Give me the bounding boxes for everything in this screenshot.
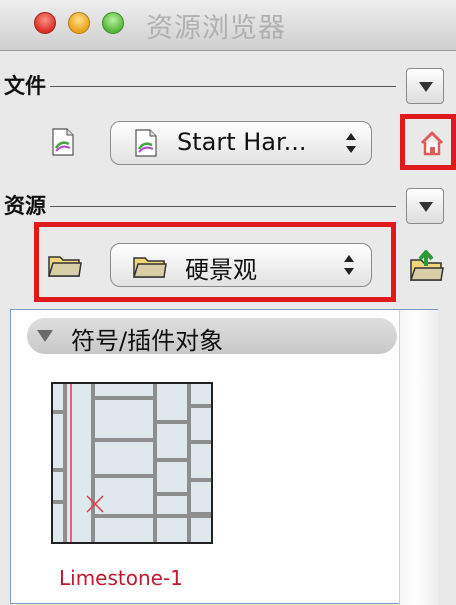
document-icon [52, 128, 74, 156]
file-select-value: Start Har... [177, 128, 307, 156]
folder-up-arrow-icon [409, 250, 444, 281]
resource-section-divider [50, 206, 396, 207]
close-window-button[interactable] [34, 12, 56, 34]
triangle-down-icon [419, 82, 433, 92]
triangle-down-icon [419, 202, 433, 212]
file-select-popup[interactable]: Start Har... [110, 121, 372, 165]
symbol-thumbnail[interactable] [51, 382, 213, 544]
import-resource-button[interactable] [406, 246, 446, 286]
house-icon [420, 131, 444, 156]
window-title: 资源浏览器 [146, 13, 286, 44]
file-section-label: 文件 [4, 74, 46, 98]
home-button[interactable] [408, 121, 456, 165]
symbol-item-label[interactable]: Limestone-1 [59, 566, 183, 590]
minimize-window-button[interactable] [68, 12, 90, 34]
resource-highlight-box [34, 222, 396, 302]
resource-content-panel[interactable]: 符号/插件对象 Limestone-1 [10, 309, 438, 605]
popup-arrows-icon [345, 133, 357, 153]
group-header-label: 符号/插件对象 [71, 327, 224, 355]
file-section-menu-button[interactable] [406, 68, 444, 104]
title-bar: 资源浏览器 [0, 0, 456, 51]
file-section-divider [50, 86, 396, 87]
resource-section-menu-button[interactable] [406, 188, 444, 224]
zoom-window-button[interactable] [102, 12, 124, 34]
vertical-scrollbar[interactable] [399, 310, 438, 605]
resource-section-label: 资源 [4, 194, 46, 218]
document-icon [135, 129, 157, 157]
symbol-thumbnail-image [53, 384, 211, 542]
disclosure-triangle-icon[interactable] [37, 330, 53, 342]
group-header-symbols[interactable]: 符号/插件对象 [27, 318, 397, 355]
